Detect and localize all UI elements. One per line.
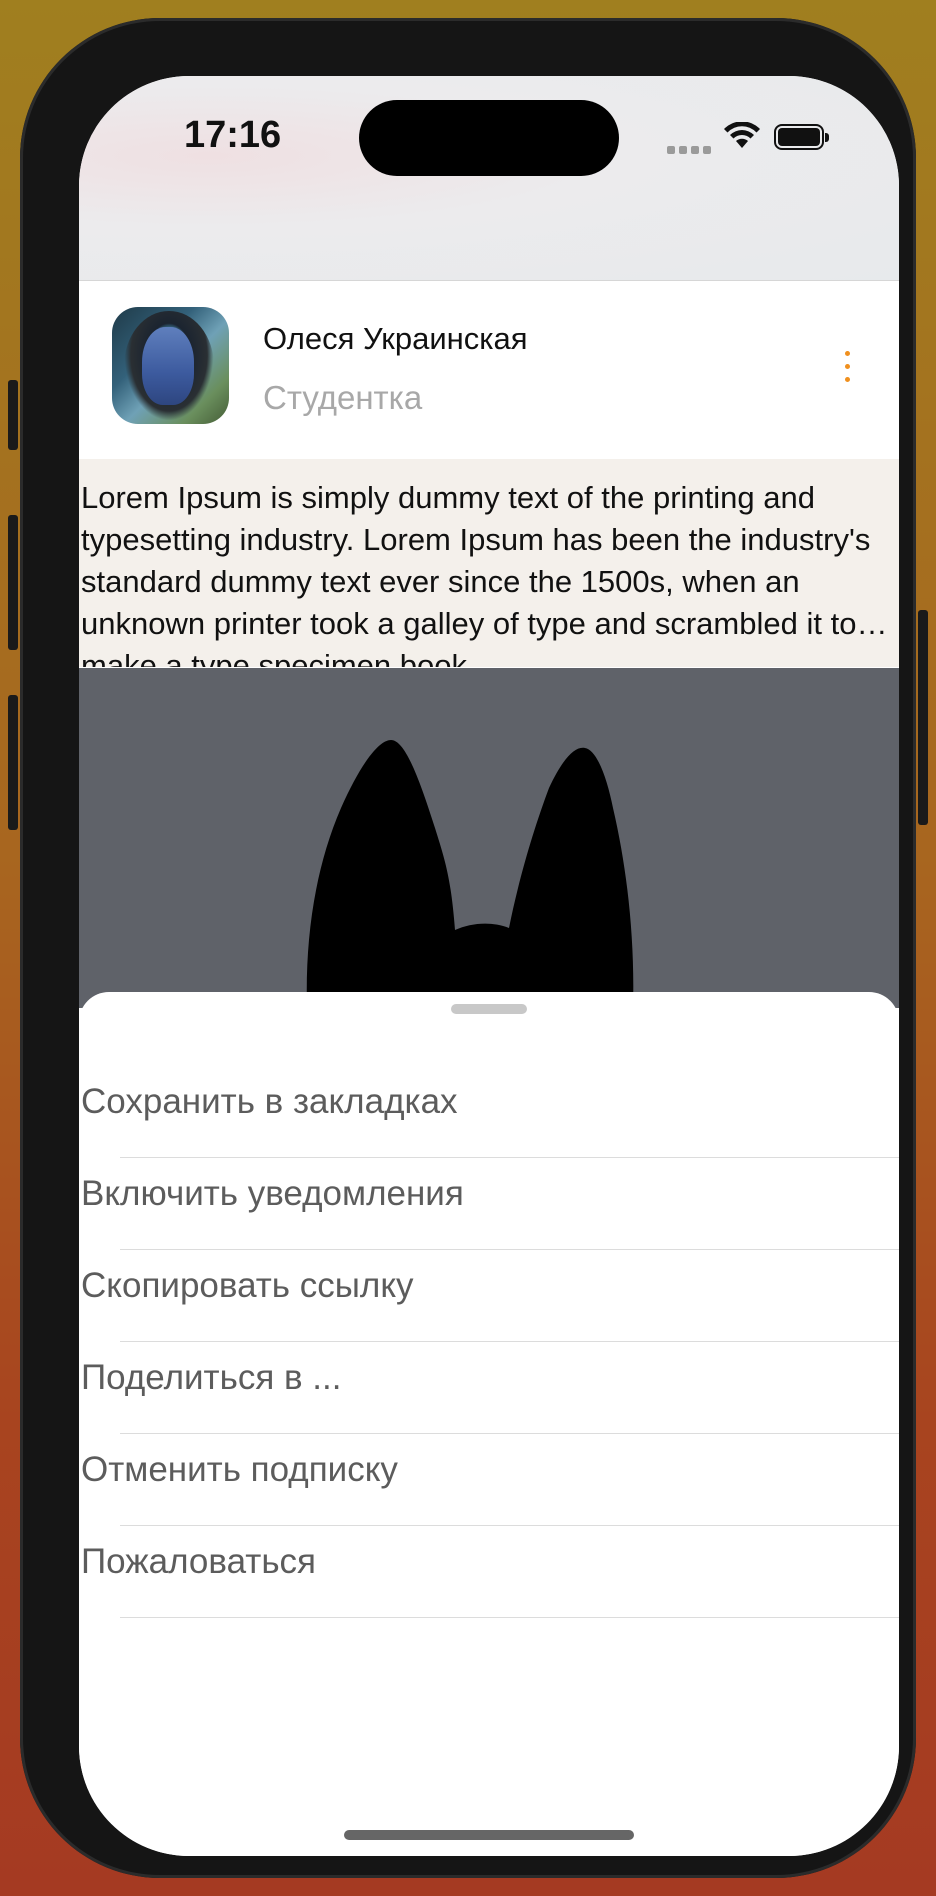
post-header: Олеся Украинская Студентка — [79, 281, 899, 458]
avatar[interactable] — [112, 307, 229, 424]
menu-item-notifications[interactable]: Включить уведомления — [79, 1158, 899, 1250]
author-role: Студентка — [263, 379, 423, 416]
menu-item-unsubscribe[interactable]: Отменить подписку — [79, 1434, 899, 1526]
power-button — [918, 610, 928, 825]
more-options-button[interactable] — [827, 347, 867, 387]
status-time: 17:16 — [184, 114, 282, 156]
post-image[interactable] — [79, 668, 899, 1008]
home-indicator[interactable] — [344, 1830, 634, 1840]
menu-item-copy-link[interactable]: Скопировать ссылку — [79, 1250, 899, 1342]
sheet-grabber[interactable] — [451, 1004, 527, 1014]
menu-item-label: Включить уведомления — [81, 1174, 464, 1213]
menu-item-label: Пожаловаться — [81, 1542, 317, 1581]
menu-item-share[interactable]: Поделиться в ... — [79, 1342, 899, 1434]
status-bar: 17:16 — [79, 76, 899, 281]
menu-item-report[interactable]: Пожаловаться — [79, 1526, 899, 1618]
action-menu: Сохранить в закладках Включить уведомлен… — [79, 1066, 899, 1618]
action-sheet: Сохранить в закладках Включить уведомлен… — [79, 992, 899, 1856]
menu-item-label: Отменить подписку — [81, 1450, 398, 1489]
dynamic-island — [359, 100, 619, 176]
post-text[interactable]: Lorem Ipsum is simply dummy text of the … — [79, 459, 899, 667]
battery-icon — [774, 124, 829, 150]
menu-item-label: Сохранить в закладках — [81, 1082, 458, 1121]
cellular-signal-icon — [667, 146, 713, 156]
divider — [120, 1617, 899, 1618]
wifi-icon — [724, 122, 760, 148]
menu-item-label: Скопировать ссылку — [81, 1266, 414, 1305]
menu-item-bookmark[interactable]: Сохранить в закладках — [79, 1066, 899, 1158]
volume-up-button — [8, 515, 18, 650]
author-name[interactable]: Олеся Украинская — [263, 321, 528, 357]
cat-ears-image — [306, 740, 634, 1008]
screen: 17:16 Олеся Украинская Студентка Lorem I… — [79, 76, 899, 1856]
menu-item-label: Поделиться в ... — [81, 1358, 342, 1397]
phone-frame: 17:16 Олеся Украинская Студентка Lorem I… — [20, 18, 916, 1878]
silent-switch — [8, 380, 18, 450]
volume-down-button — [8, 695, 18, 830]
vertical-ellipsis-icon — [845, 351, 850, 356]
